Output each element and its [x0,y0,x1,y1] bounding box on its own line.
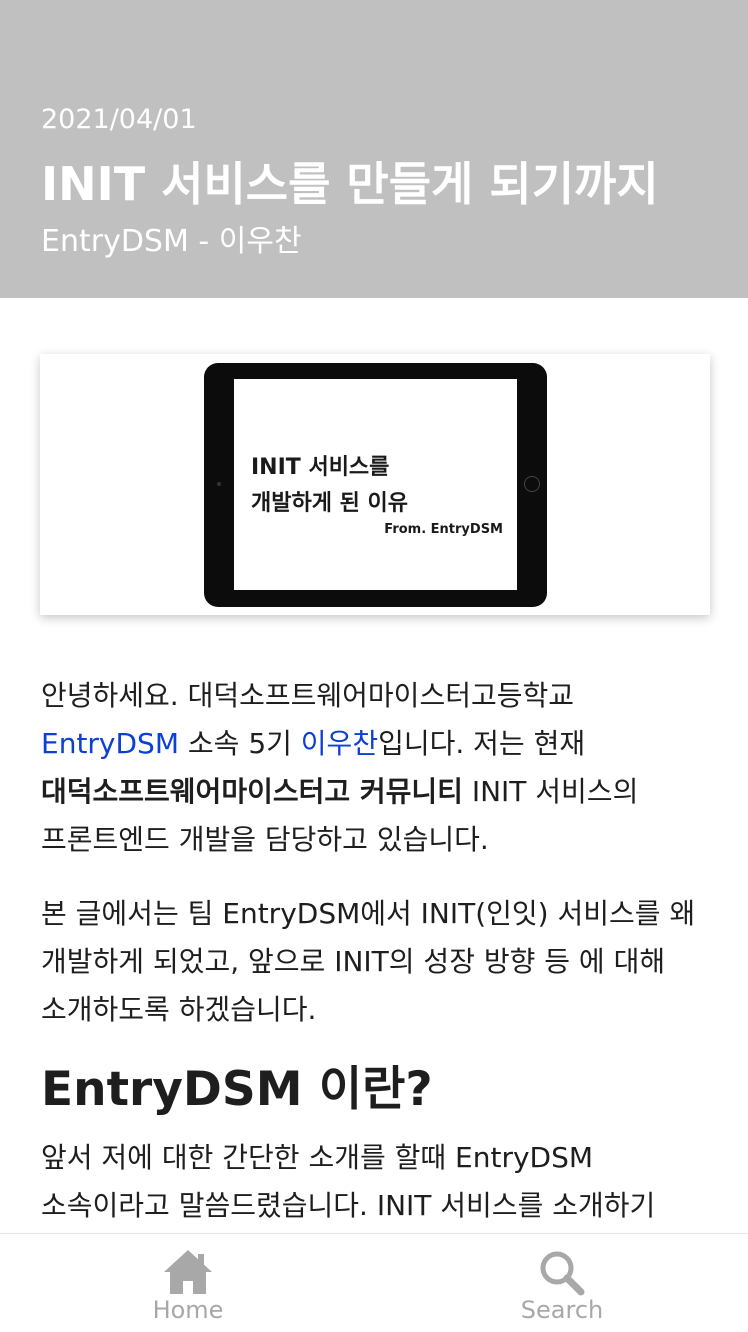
intro-text-2: 소속 5기 [179,727,301,760]
home-tab-label: Home [152,1296,224,1324]
purpose-paragraph: 본 글에서는 팀 EntryDSM에서 INIT(인잇) 서비스를 왜 개발하게… [41,897,696,1026]
hero-text-line2: 개발하게 된 이유 [251,491,408,516]
section-paragraph: 앞서 저에 대한 간단한 소개를 할때 EntryDSM 소속이라고 말씀드렸습… [41,1141,656,1222]
search-tab[interactable]: Search [502,1234,622,1332]
tablet-camera [217,482,221,486]
tablet-screen: INIT 서비스를 개발하게 된 이유 From. EntryDSM [234,379,517,590]
home-tab[interactable]: Home [128,1234,248,1332]
search-tab-label: Search [520,1296,604,1324]
tablet-home-button [524,476,540,492]
intro-bold-text: 대덕소프트웨어마이스터고 커뮤니티 [41,775,463,808]
section-heading: EntryDSM 이란? [41,1062,433,1117]
article-body: 안녕하세요. 대덕소프트웨어마이스터고등학교 EntryDSM 소속 5기 이우… [41,672,709,1256]
search-icon [540,1251,585,1296]
post-author: EntryDSM - 이우찬 [41,224,302,259]
intro-paragraph: 안녕하세요. 대덕소프트웨어마이스터고등학교 EntryDSM 소속 5기 이우… [41,672,709,864]
tablet-illustration: INIT 서비스를 개발하게 된 이유 From. EntryDSM [204,363,547,607]
intro-text-1: 안녕하세요. 대덕소프트웨어마이스터고등학교 [41,679,575,712]
post-date: 2021/04/01 [41,104,197,135]
hero-text-line1: INIT 서비스를 [251,455,390,480]
home-icon [164,1250,212,1294]
entrydsm-link[interactable]: EntryDSM [41,727,179,760]
post-title: INIT 서비스를 만들게 되기까지 [41,157,659,211]
author-link[interactable]: 이우찬 [301,727,378,760]
intro-text-3: 입니다. 저는 현재 [378,727,586,760]
post-header: 2021/04/01 INIT 서비스를 만들게 되기까지 EntryDSM -… [0,0,748,298]
hero-image: INIT 서비스를 개발하게 된 이유 From. EntryDSM [40,354,710,615]
hero-text-from: From. EntryDSM [384,522,503,537]
bottom-tab-bar: Home Search [0,1233,748,1332]
